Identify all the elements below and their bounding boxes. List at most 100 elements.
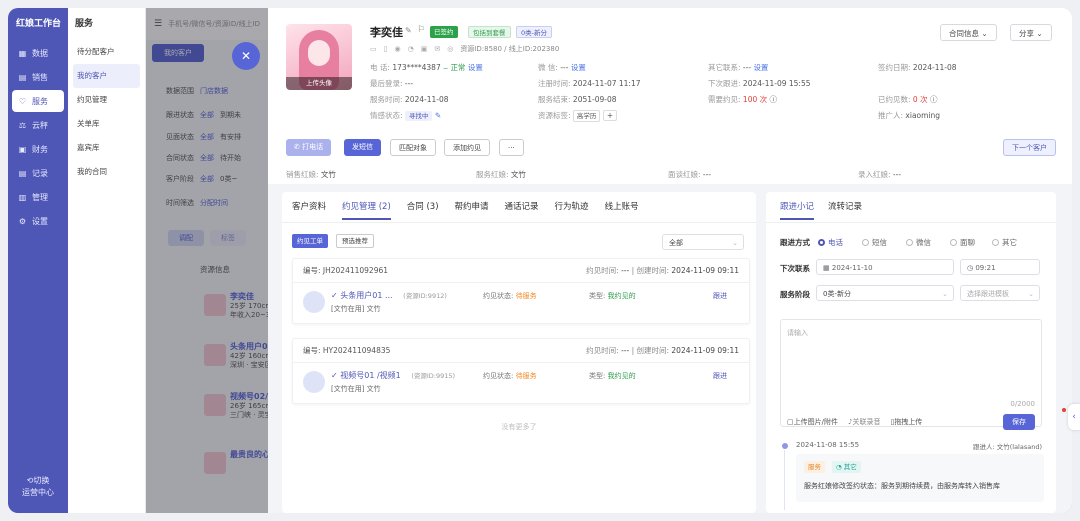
stage-label: 服务阶段 — [780, 290, 810, 299]
template-select[interactable]: 选择跟进模板 ⌄ — [960, 285, 1040, 301]
stage-select[interactable]: 0类-新分 ⌄ — [816, 285, 954, 301]
id-card-icon[interactable]: ▭ — [370, 45, 377, 53]
record-person[interactable]: ✓ 头条用户01 ... (资源ID:9912) — [331, 290, 447, 301]
subnav-item-4[interactable]: 嘉宾库 — [73, 136, 140, 160]
link-recording-button[interactable]: ♪关联录音 — [848, 417, 880, 427]
sidebar-item-3[interactable]: ⚖ 云秤 — [12, 114, 64, 136]
sidebar-item-5[interactable]: ▤ 记录 — [12, 162, 64, 184]
tab-1[interactable]: 约见管理 (2) — [342, 200, 391, 220]
save-button[interactable]: 保存 — [1003, 414, 1035, 430]
need-label: 需要约见: — [708, 95, 741, 104]
collapse-handle[interactable]: ‹ — [1068, 404, 1080, 430]
share-button[interactable]: 分享 ⌄ — [1010, 24, 1052, 41]
doc-icon[interactable]: ▯ — [384, 45, 388, 53]
record-header: 编号: JH202411092961 约见时间: --- | 创建时间: 202… — [293, 259, 749, 283]
calendar-icon: ▦ — [823, 264, 830, 272]
subnav-item-5[interactable]: 我的合同 — [73, 160, 140, 184]
subnav-item-1[interactable]: 我的客户 — [73, 64, 140, 88]
type-value: 我约见的 — [607, 292, 636, 300]
meeting-filter-select[interactable]: 全部 ⌄ — [662, 234, 744, 250]
phone-set-link[interactable]: 设置 — [468, 63, 483, 72]
edit-icon[interactable]: ✎ — [405, 26, 412, 35]
method-radio-0[interactable]: 电话 — [818, 237, 843, 248]
follow-link[interactable]: 跟进 — [713, 291, 727, 301]
scale-icon: ⚖ — [18, 120, 27, 130]
call-button[interactable]: ✆ 打电话 — [286, 139, 332, 156]
method-radio-1[interactable]: 短信 — [862, 237, 887, 248]
note-placeholder: 请输入 — [787, 329, 808, 337]
profile-header: 上传头像 李奕佳 ✎ ⚐ 已签约 包括到套餐 0类-新分 ▭ ▯ ◉ ◔ ▣ ✉… — [268, 8, 1072, 184]
method-label: 短信 — [872, 238, 887, 247]
tab-3[interactable]: 帮约申请 — [455, 200, 489, 220]
avatar — [303, 291, 325, 313]
info-wechat: 微 信: --- 设置 — [538, 62, 586, 73]
sidebar-item-1[interactable]: ▤ 销售 — [12, 66, 64, 88]
sidebar-item-label: 销售 — [32, 72, 48, 82]
preselect-chip[interactable]: 预选推荐 — [336, 234, 374, 248]
create-label: 创建时间: — [636, 346, 670, 355]
sidebar-item-6[interactable]: ▥ 管理 — [12, 186, 64, 208]
meeting-filter-value: 全部 — [669, 239, 683, 247]
flag-icon[interactable]: ⚐ — [417, 25, 425, 35]
sidebar-item-7[interactable]: ⚙ 设置 — [12, 210, 64, 232]
sidebar-item-0[interactable]: ▦ 数据 — [12, 42, 64, 64]
tab-2[interactable]: 合同 (3) — [407, 200, 439, 220]
drag-upload-button[interactable]: ▯拖拽上传 — [890, 417, 922, 427]
more-button[interactable]: ··· — [499, 139, 524, 156]
svc-time-label: 服务时间: — [370, 95, 403, 104]
sms-button[interactable]: 发短信 — [344, 139, 381, 156]
method-radio-3[interactable]: 面聊 — [950, 237, 975, 248]
message-icon[interactable]: ✉ — [434, 45, 440, 53]
subnav-item-0[interactable]: 待分配客户 — [73, 40, 140, 64]
location-icon[interactable]: ◎ — [447, 45, 453, 53]
record-person[interactable]: ✓ 视频号01 /视频1 (资源ID:9915) — [331, 370, 455, 381]
note-textarea[interactable]: 请输入 0/2000 ▢上传图片/附件 ♪关联录音 ▯拖拽上传 保存 — [780, 319, 1042, 430]
ref-value: xiaoming — [905, 111, 941, 120]
next-date-picker[interactable]: ▦ 2024-11-10 — [816, 259, 954, 275]
image-icon[interactable]: ▣ — [421, 45, 428, 53]
follow-tab-0[interactable]: 跟进小记 — [780, 200, 815, 220]
match-button[interactable]: 匹配对象 — [390, 139, 436, 156]
upload-avatar-label[interactable]: 上传头像 — [286, 77, 352, 90]
help-icon[interactable]: ⓘ — [930, 95, 938, 104]
meeting-order-chip[interactable]: 约见工单 — [292, 234, 328, 248]
tab-4[interactable]: 通话记录 — [505, 200, 539, 220]
record-res-id: (资源ID:9915) — [411, 372, 456, 380]
meet-label: 约见时间: — [586, 346, 619, 355]
switch-ops-center[interactable]: ⟲切换 运营中心 — [8, 475, 68, 499]
follow-link[interactable]: 跟进 — [713, 371, 727, 381]
tab-0[interactable]: 客户资料 — [292, 200, 326, 220]
record-type: 类型: 我约见的 — [589, 371, 636, 381]
avatar[interactable]: 上传头像 — [286, 24, 352, 90]
method-radio-4[interactable]: 其它 — [992, 237, 1017, 248]
upload-attachment-button[interactable]: ▢上传图片/附件 — [787, 417, 838, 427]
next-contact-label: 下次联系 — [780, 264, 810, 273]
chat-icon: ◔ — [836, 463, 842, 471]
res-tag-value: 高学历 — [572, 110, 601, 122]
next-customer-button[interactable]: 下一个客户 — [1003, 139, 1056, 156]
add-meeting-button[interactable]: 添加约见 — [444, 139, 490, 156]
phone-status-icon: ⌣ — [443, 63, 449, 72]
tab-6[interactable]: 线上账号 — [605, 200, 639, 220]
user-icon[interactable]: ◉ — [394, 45, 400, 53]
chat-icon[interactable]: ◔ — [408, 45, 414, 53]
info-register: 注册时间: 2024-11-07 11:17 — [538, 78, 641, 89]
timeline-card: 服务 ◔ 其它 服务红娘修改签约状态：服务到期待续费，由服务库转入销售库 — [796, 454, 1044, 502]
close-drawer-button[interactable]: ✕ — [232, 42, 260, 70]
tab-5[interactable]: 行为轨迹 — [555, 200, 589, 220]
help-icon[interactable]: ⓘ — [770, 95, 778, 104]
next-time-picker[interactable]: ◷ 09:21 — [960, 259, 1040, 275]
sidebar-item-2[interactable]: ♡ 服务 — [12, 90, 64, 112]
subnav-item-3[interactable]: 关单库 — [73, 112, 140, 136]
res-tag-label: 资源标签: — [538, 111, 571, 120]
other-set-link[interactable]: 设置 — [753, 63, 768, 72]
add-tag-icon[interactable]: + — [602, 110, 618, 121]
sidebar-item-4[interactable]: ▣ 财务 — [12, 138, 64, 160]
subnav-item-2[interactable]: 约见管理 — [73, 88, 140, 112]
method-radio-2[interactable]: 微信 — [906, 237, 931, 248]
contract-info-button[interactable]: 合同信息 ⌄ — [940, 24, 997, 41]
info-other-contact: 其它联系: --- 设置 — [708, 62, 768, 73]
edit-icon[interactable]: ✎ — [435, 111, 441, 120]
wechat-set-link[interactable]: 设置 — [571, 63, 586, 72]
follow-tab-1[interactable]: 流转记录 — [828, 200, 862, 220]
